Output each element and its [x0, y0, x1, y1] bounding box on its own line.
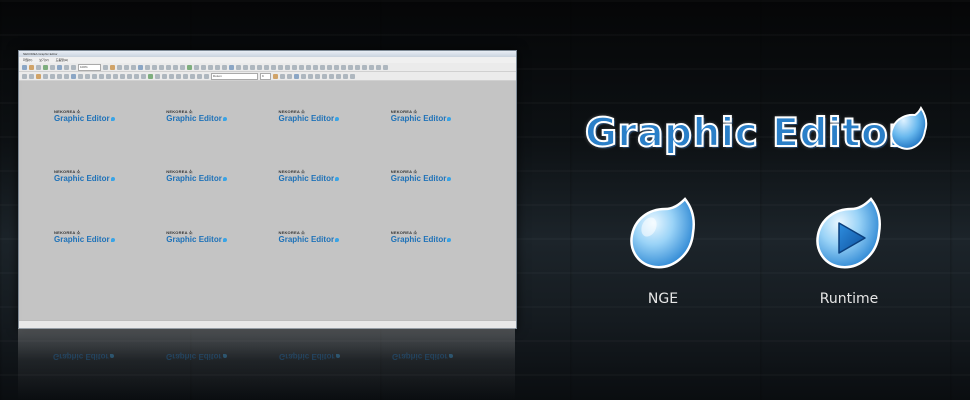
mini-logo-title-text: Graphic Editor	[166, 114, 222, 123]
mini-logo-tile: NEKOREA 소 Graphic Editor	[54, 109, 166, 169]
mini-logo-title: Graphic Editor	[166, 114, 278, 123]
mini-logo-tile: NEKOREA 소 Graphic Editor	[391, 230, 503, 290]
water-drop-icon	[630, 197, 695, 269]
mini-logo-title-text: Graphic Editor	[390, 114, 447, 123]
zoom-box: 100%	[78, 63, 101, 71]
mini-drop-icon	[335, 116, 340, 121]
mini-drop-icon	[335, 177, 340, 182]
menu-file: 파일(F)	[23, 58, 33, 62]
mini-logo-tile: NEKOREA 소 Graphic Editor	[54, 230, 166, 290]
logo-drop-icon	[890, 106, 928, 150]
size-box: 9	[260, 72, 271, 80]
mini-logo-tile: NEKOREA 소 Graphic Editor	[279, 169, 391, 229]
mini-logo-title: Graphic Editor	[54, 114, 166, 123]
mini-drop-icon	[448, 354, 453, 359]
mini-drop-icon	[222, 354, 227, 359]
mini-logo-title: Graphic Editor	[166, 352, 279, 361]
mini-logo-title: Graphic Editor	[53, 352, 166, 361]
mini-logo-tile: NEKOREA 소 Graphic Editor	[166, 109, 278, 169]
mini-logo-title-text: Graphic Editor	[53, 352, 109, 361]
mini-logo-title: Graphic Editor	[166, 174, 278, 183]
mini-logo-title-text: Graphic Editor	[166, 234, 222, 244]
screenshot-reflection: Graphic Editor Graphic Editor Graphic Edit…	[18, 328, 515, 400]
graphic-editor-logo: Graphic Editor	[584, 105, 930, 165]
mini-logo-title: Graphic Editor	[391, 114, 503, 123]
mini-logo-title-text: Graphic Editor	[390, 174, 447, 184]
mini-logo-tile: NEKOREA 소 Graphic Editor	[279, 109, 391, 169]
mini-logo-tile: NEKOREA 소 Graphic Editor	[391, 169, 503, 229]
mini-logo-tile: NEKOREA 소 Graphic Editor	[391, 109, 503, 169]
mini-logo-tile: Graphic Editor	[166, 352, 279, 361]
mini-logo-title: Graphic Editor	[279, 235, 391, 244]
mini-logo-title-text: Graphic Editor	[279, 352, 335, 361]
mini-logo-tile: NEKOREA 소 Graphic Editor	[166, 169, 278, 229]
mini-drop-icon	[222, 177, 227, 182]
mini-logo-title-text: Graphic Editor	[278, 174, 335, 184]
mini-logo-title-text: Graphic Editor	[54, 174, 110, 184]
play-drop-icon	[816, 197, 881, 269]
mini-logo-title: Graphic Editor	[391, 235, 503, 244]
mini-drop-icon	[110, 237, 115, 242]
logo-grid: NEKOREA 소 Graphic Editor NEKOREA 소 Graphic …	[54, 109, 503, 290]
mini-logo-tile: NEKOREA 소 Graphic Editor	[166, 230, 278, 290]
editor-screenshot: NEKOREA Graphic Editor 파일(F) 보기(V) 도움말(H…	[18, 50, 517, 329]
editor-toolbar-2: Dotum 9	[19, 72, 516, 81]
mini-drop-icon	[447, 237, 452, 242]
mini-logo-title: Graphic Editor	[54, 235, 166, 244]
mini-logo-title-text: Graphic Editor	[166, 174, 222, 184]
mini-drop-icon	[110, 177, 115, 182]
mini-logo-title: Graphic Editor	[279, 352, 392, 361]
mini-logo-title-text: Graphic Editor	[278, 234, 335, 244]
menu-help: 도움말(H)	[55, 58, 69, 62]
mini-drop-icon	[335, 354, 340, 359]
mini-logo-tile: Graphic Editor	[53, 352, 166, 361]
mini-drop-icon	[222, 237, 227, 242]
mini-logo-title: Graphic Editor	[279, 174, 391, 183]
nge-app-button[interactable]: NGE	[618, 195, 708, 315]
mini-logo-title: Graphic Editor	[392, 352, 505, 361]
mini-drop-icon	[447, 177, 452, 182]
logo-title: Graphic Editor	[584, 110, 908, 157]
mini-logo-tile: NEKOREA 소 Graphic Editor	[54, 169, 166, 229]
mini-logo-tile: NEKOREA 소 Graphic Editor	[279, 230, 391, 290]
mini-logo-title: Graphic Editor	[166, 235, 278, 244]
editor-toolbar-1: 100%	[19, 63, 516, 72]
mini-logo-tile: Graphic Editor	[279, 352, 392, 361]
runtime-label: Runtime	[819, 291, 879, 307]
mini-logo-title-text: Graphic Editor	[278, 114, 335, 123]
editor-canvas: NEKOREA 소 Graphic Editor NEKOREA 소 Graphic …	[22, 81, 513, 320]
mini-logo-title: Graphic Editor	[54, 174, 166, 183]
editor-status-bar	[19, 320, 516, 328]
mini-drop-icon	[110, 116, 115, 121]
mini-logo-tile: Graphic Editor	[392, 352, 505, 361]
mini-logo-title: Graphic Editor	[391, 174, 503, 183]
mini-logo-title-text: Graphic Editor	[54, 234, 110, 244]
mini-drop-icon	[447, 116, 452, 121]
nge-label: NGE	[647, 291, 679, 307]
menu-view: 보기(V)	[39, 58, 49, 62]
mini-logo-title-text: Graphic Editor	[392, 352, 448, 361]
mini-drop-icon	[335, 237, 340, 242]
runtime-app-button[interactable]: Runtime	[804, 195, 894, 315]
mini-drop-icon	[109, 354, 114, 359]
reflection-grid: Graphic Editor Graphic Editor Graphic Edit…	[53, 352, 505, 361]
mini-logo-title: Graphic Editor	[279, 114, 391, 123]
mini-logo-title-text: Graphic Editor	[54, 114, 110, 123]
font-box: Dotum	[211, 72, 258, 80]
mini-logo-title-text: Graphic Editor	[390, 234, 447, 244]
mini-drop-icon	[222, 116, 227, 121]
mini-logo-title-text: Graphic Editor	[166, 352, 222, 361]
